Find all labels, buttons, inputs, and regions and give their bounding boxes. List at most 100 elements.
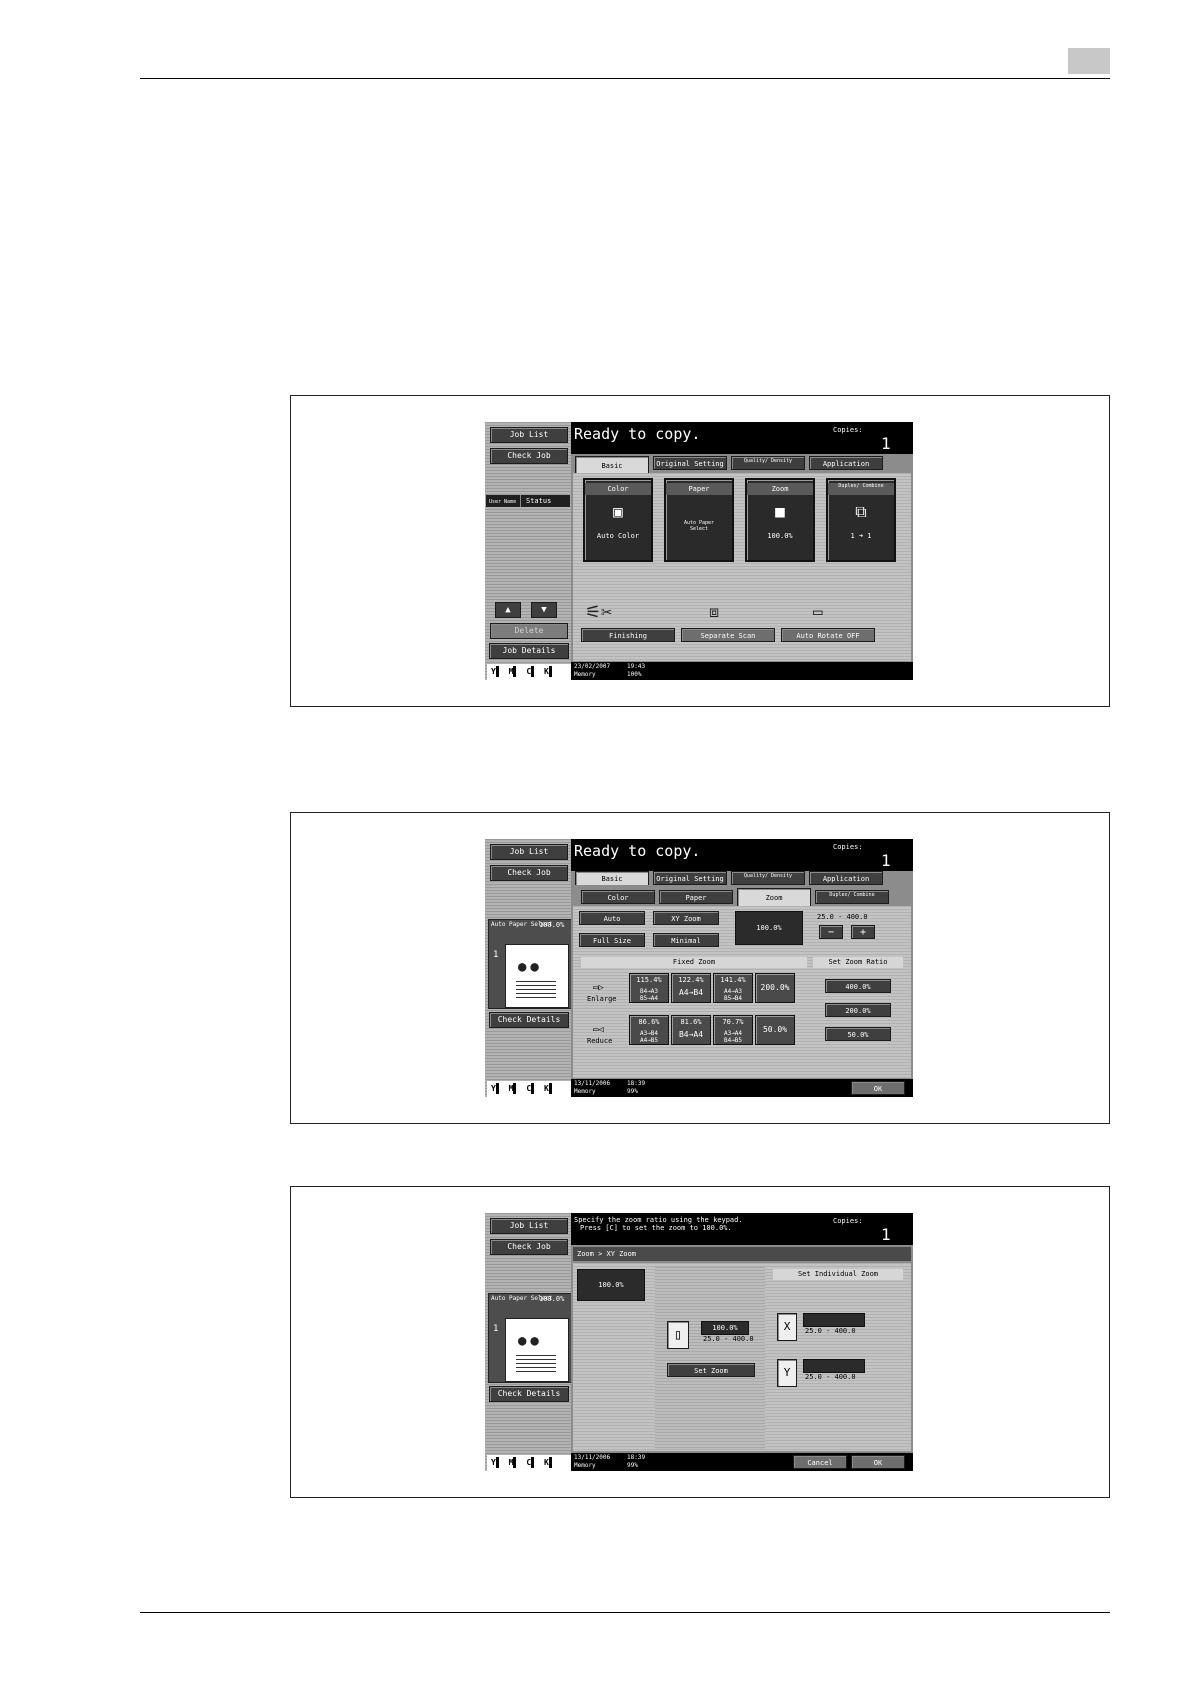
tab-original-setting[interactable]: Original Setting: [653, 456, 727, 470]
minimal-button[interactable]: Minimal: [653, 933, 719, 947]
tab-quality-density[interactable]: Quality/ Density: [731, 871, 805, 885]
thumb-page: ●●: [505, 944, 569, 1008]
thumb-paper-label: Auto Paper Select 100.0%: [491, 921, 565, 929]
color-button[interactable]: Color ▣ Auto Color: [583, 478, 653, 562]
copier-screen: Job List Check Job User Name Status ▲ ▼ …: [485, 422, 913, 680]
preset-200-button[interactable]: 200.0%: [825, 1003, 891, 1017]
preset-50-button[interactable]: 50.0%: [825, 1027, 891, 1041]
figure-xy-zoom-screen: Job List Check Job Auto Paper Select 100…: [290, 1186, 1110, 1498]
paper-button[interactable]: Paper Auto Paper Select: [664, 478, 734, 562]
tab-basic[interactable]: Basic: [575, 871, 649, 885]
x-zoom-value: [803, 1313, 865, 1327]
cancel-button[interactable]: Cancel: [793, 1455, 847, 1469]
set-individual-zoom-header: Set Individual Zoom: [773, 1269, 903, 1280]
zoom-plus-button[interactable]: +: [851, 925, 875, 939]
check-job-button[interactable]: Check Job: [490, 1239, 568, 1255]
memory-value: 99%: [627, 1088, 638, 1095]
toner-indicator: Y M C K: [487, 1455, 571, 1471]
memory-label: Memory: [574, 1462, 596, 1469]
job-list-button[interactable]: Job List: [490, 427, 568, 443]
finishing-icon: ⚟✂: [585, 602, 612, 623]
separate-scan-button[interactable]: Separate Scan: [681, 628, 775, 642]
subtab-zoom[interactable]: Zoom: [737, 888, 811, 906]
ok-button[interactable]: OK: [851, 1455, 905, 1469]
zoom-115-button[interactable]: 115.4% B4→A3 B5→A4: [629, 973, 669, 1003]
check-job-button[interactable]: Check Job: [490, 448, 568, 464]
xy-zoom-button[interactable]: XY Zoom: [653, 911, 719, 925]
zoom-icon: ■: [775, 502, 785, 521]
instruction-line-1: Specify the zoom ratio using the keypad.: [574, 1216, 743, 1224]
zoom-50-button[interactable]: 50.0%: [755, 1015, 795, 1045]
zoom-200-button[interactable]: 200.0%: [755, 973, 795, 1003]
paper-value: Auto Paper Select: [683, 520, 715, 532]
copies-label: Copies:: [833, 1217, 863, 1225]
job-details-button[interactable]: Job Details: [489, 643, 569, 659]
paper-label: Paper: [666, 483, 732, 495]
check-details-button[interactable]: Check Details: [489, 1386, 569, 1402]
job-list-button[interactable]: Job List: [490, 1218, 568, 1234]
memory-value: 99%: [627, 1462, 638, 1469]
zoom-141-button[interactable]: 141.4% A4→A3 B5→B4: [713, 973, 753, 1003]
duplex-combine-button[interactable]: Duplex/ Combine ⧉ 1 ➜ 1: [826, 478, 896, 562]
x-zoom-button[interactable]: X: [777, 1313, 797, 1341]
footer-date: 13/11/2006: [574, 1080, 611, 1087]
color-label: Color: [585, 483, 651, 495]
subtab-duplex-combine[interactable]: Duplex/ Combine: [815, 890, 889, 904]
fixed-zoom-header: Fixed Zoom: [581, 957, 807, 968]
zoom-value-display: 100.0%: [735, 911, 803, 945]
ready-message: Ready to copy.: [574, 425, 701, 443]
subtab-paper[interactable]: Paper: [659, 890, 733, 904]
finishing-button[interactable]: Finishing: [581, 628, 675, 642]
enlarge-icon: ▭▷: [593, 983, 604, 993]
tab-application[interactable]: Application: [809, 456, 883, 470]
left-panel: Job List Check Job Auto Paper Select 100…: [485, 1213, 572, 1471]
ok-button[interactable]: OK: [851, 1081, 905, 1095]
separate-scan-icon: ⧈: [709, 602, 720, 621]
memory-label: Memory: [574, 1088, 596, 1095]
set-zoom-ratio-header: Set Zoom Ratio: [813, 957, 903, 968]
zoom-122-button[interactable]: 122.4% A4→B4: [671, 973, 711, 1003]
ready-message: Ready to copy.: [574, 842, 701, 860]
auto-rotate-button[interactable]: Auto Rotate OFF: [781, 628, 875, 642]
status-column: Status: [526, 497, 552, 505]
instruction-line-2: Press [C] to set the zoom to 100.0%.: [580, 1224, 732, 1232]
tab-original-setting[interactable]: Original Setting: [653, 871, 727, 885]
toner-indicator: Y M C K: [487, 1081, 571, 1097]
zoom-81-button[interactable]: 81.6% B4→A4: [671, 1015, 711, 1045]
thumb-page: ●●: [505, 1318, 569, 1382]
tab-application[interactable]: Application: [809, 871, 883, 885]
zoom-range: 25.0 - 400.0: [817, 913, 868, 921]
main-zoom-value: 100.0%: [701, 1321, 749, 1335]
current-zoom-display: 100.0%: [577, 1269, 645, 1301]
y-zoom-button[interactable]: Y: [777, 1359, 797, 1387]
auto-zoom-button[interactable]: Auto: [579, 911, 645, 925]
zoom-86-button[interactable]: 86.6% A3→B4 A4→B5: [629, 1015, 669, 1045]
footer-time: 19:43: [627, 663, 646, 670]
check-job-button[interactable]: Check Job: [490, 865, 568, 881]
check-details-button[interactable]: Check Details: [489, 1012, 569, 1028]
footer-date: 23/02/2007: [574, 663, 611, 670]
job-list-button[interactable]: Job List: [490, 844, 568, 860]
status-footer: 23/02/2007 19:43 Memory 100%: [571, 662, 913, 680]
zoom-button[interactable]: Zoom ■ 100.0%: [745, 478, 815, 562]
figure-basic-screen: Job List Check Job User Name Status ▲ ▼ …: [290, 395, 1110, 707]
preset-400-button[interactable]: 400.0%: [825, 979, 891, 993]
header-rule: [140, 78, 1110, 79]
tab-basic[interactable]: Basic: [575, 456, 649, 474]
copies-label: Copies:: [833, 426, 863, 434]
color-value: Auto Color: [596, 532, 640, 540]
zoom-70-button[interactable]: 70.7% A3→A4 B4→B5: [713, 1015, 753, 1045]
full-size-button[interactable]: Full Size: [579, 933, 645, 947]
status-header: Ready to copy. Copies: 1: [571, 422, 913, 454]
subtab-color[interactable]: Color: [581, 890, 655, 904]
set-zoom-button[interactable]: Set Zoom: [667, 1363, 755, 1377]
x-zoom-range: 25.0 - 400.0: [805, 1327, 856, 1335]
scroll-down-button[interactable]: ▼: [531, 602, 557, 618]
copies-count: 1: [881, 851, 891, 870]
page-corner-tab: [1068, 48, 1110, 74]
enlarge-label: Enlarge: [587, 995, 617, 1003]
zoom-minus-button[interactable]: −: [819, 925, 843, 939]
scroll-up-button[interactable]: ▲: [495, 602, 521, 618]
tab-quality-density[interactable]: Quality/ Density: [731, 456, 805, 470]
delete-button[interactable]: Delete: [490, 623, 568, 639]
